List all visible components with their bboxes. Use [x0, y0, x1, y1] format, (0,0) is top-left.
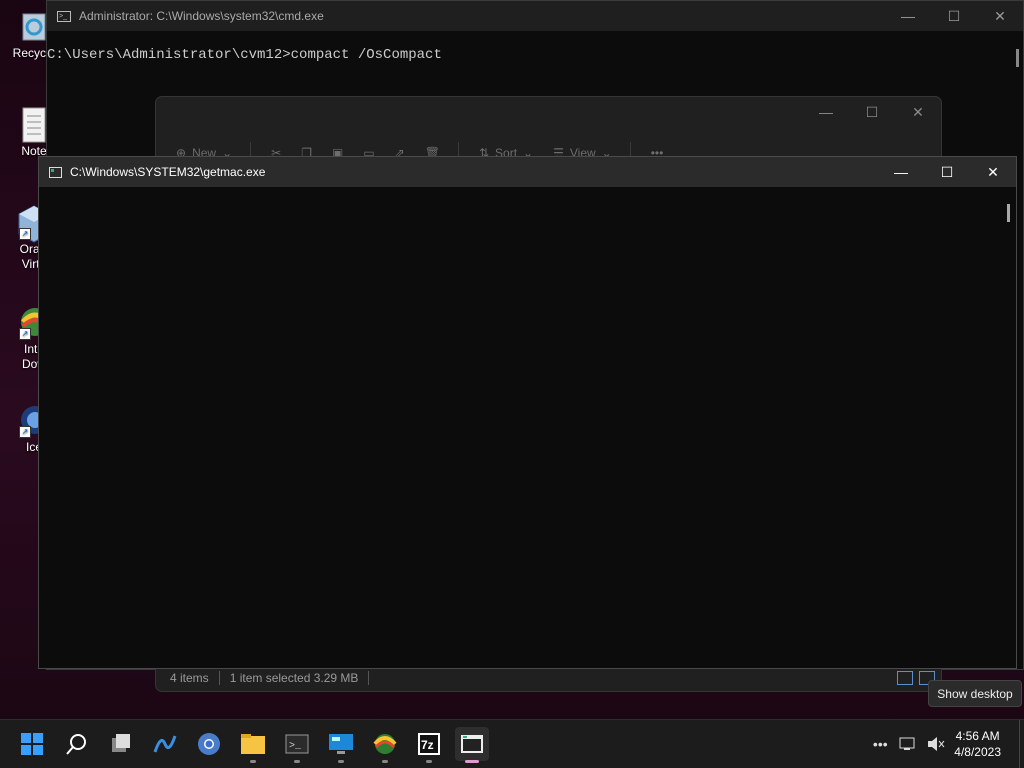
status-divider	[368, 671, 370, 685]
volume-muted-icon[interactable]	[926, 734, 946, 754]
selection-info: 1 item selected 3.29 MB	[229, 671, 359, 685]
file-explorer-icon	[241, 734, 265, 754]
taskbar-app-file-explorer[interactable]	[236, 727, 270, 763]
svg-text:>_: >_	[289, 741, 302, 752]
wireshark-icon	[153, 735, 177, 753]
maximize-button[interactable]: ☐	[931, 1, 977, 31]
getmac-console-window[interactable]: C:\Windows\SYSTEM32\getmac.exe — ☐ ✕	[38, 156, 1017, 669]
search-icon	[66, 734, 86, 755]
console-app-icon	[49, 166, 62, 178]
cmd-window-title: Administrator: C:\Windows\system32\cmd.e…	[79, 9, 324, 23]
clock-date: 4/8/2023	[954, 745, 1001, 759]
taskbar-app-terminal[interactable]: >_	[280, 727, 314, 763]
show-desktop-tooltip: Show desktop	[928, 680, 1022, 707]
system-tray: ••• 4:56 AM 4/8/2023	[870, 720, 1024, 768]
console-app-icon	[461, 735, 483, 753]
task-view-button[interactable]	[104, 727, 138, 761]
more-icon[interactable]: •••	[870, 734, 890, 754]
taskbar-app-remote-desktop[interactable]	[324, 727, 358, 763]
remote-desktop-icon	[329, 734, 353, 754]
close-button[interactable]: ✕	[895, 97, 941, 127]
chrome-icon	[198, 733, 220, 755]
status-divider	[218, 671, 220, 685]
search-button[interactable]	[60, 727, 94, 761]
getmac-window-title: C:\Windows\SYSTEM32\getmac.exe	[70, 165, 266, 179]
start-button[interactable]	[15, 727, 49, 761]
taskbar-app-idm[interactable]	[368, 727, 402, 763]
details-view-icon[interactable]	[897, 671, 913, 685]
clock[interactable]: 4:56 AM 4/8/2023	[954, 728, 1001, 760]
minimize-button[interactable]: —	[803, 97, 849, 127]
taskbar-app-wireshark[interactable]	[148, 727, 182, 761]
start-icon	[21, 733, 43, 755]
taskbar-app-getmac-console[interactable]	[455, 727, 489, 763]
terminal-icon: >_	[285, 734, 309, 754]
svg-text:7z: 7z	[421, 738, 434, 752]
taskbar-app-chrome[interactable]	[192, 727, 226, 761]
cmd-output-line: C:\Users\Administrator\cvm12>compact /Os…	[47, 47, 442, 63]
idm-icon	[373, 734, 397, 754]
network-icon[interactable]	[898, 734, 918, 754]
7zip-icon: 7z	[418, 733, 440, 755]
maximize-button[interactable]: ☐	[849, 97, 895, 127]
item-count: 4 items	[170, 671, 209, 685]
minimize-button[interactable]: —	[885, 1, 931, 31]
close-button[interactable]: ✕	[970, 157, 1016, 187]
maximize-button[interactable]: ☐	[924, 157, 970, 187]
terminal-icon: >_	[57, 10, 71, 22]
taskbar-app-7zip[interactable]: 7z	[412, 727, 446, 763]
task-view-icon	[112, 734, 130, 752]
minimize-button[interactable]: —	[878, 157, 924, 187]
clock-time: 4:56 AM	[955, 729, 1000, 743]
show-desktop-button[interactable]	[1019, 720, 1024, 768]
cmd-scrollbar[interactable]	[1016, 49, 1019, 67]
taskbar: >_ 7z ••• 4:56 AM 4/8/2023	[0, 719, 1024, 768]
cmd-titlebar[interactable]: >_ Administrator: C:\Windows\system32\cm…	[47, 1, 1023, 31]
close-button[interactable]: ✕	[977, 1, 1023, 31]
getmac-titlebar[interactable]: C:\Windows\SYSTEM32\getmac.exe	[39, 157, 1016, 187]
getmac-scrollbar[interactable]	[1007, 204, 1010, 222]
